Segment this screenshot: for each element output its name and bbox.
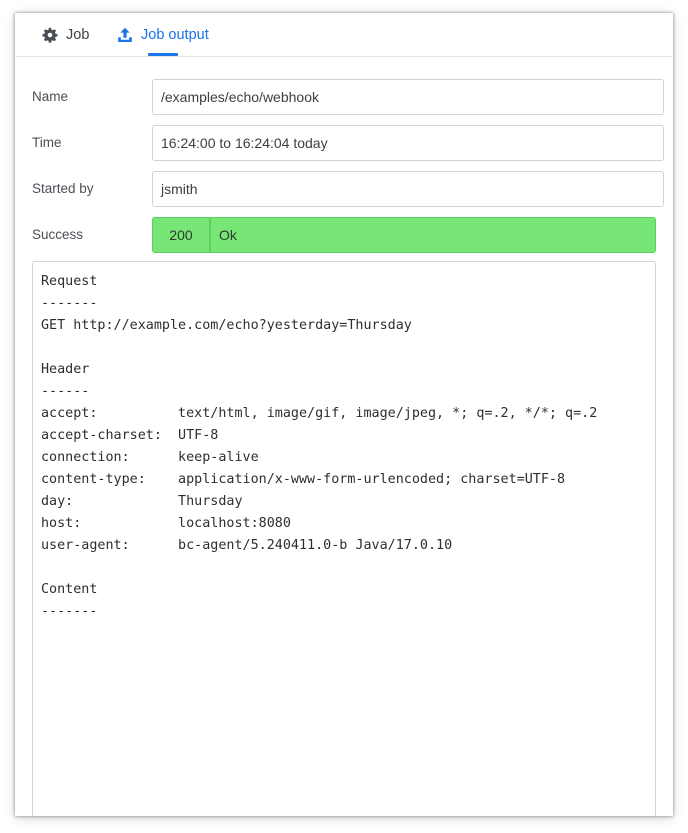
status-code-badge: 200 [152,217,210,253]
time-label: Time [32,135,62,150]
tab-bar: Job Job output [15,13,673,57]
name-row: Name /examples/echo/webhook [15,79,673,115]
status-text-badge: Ok [210,217,656,253]
started-by-label: Started by [32,181,94,196]
tab-job[interactable]: Job [42,13,89,56]
time-row: Time 16:24:00 to 16:24:04 today [15,125,673,161]
name-field[interactable]: /examples/echo/webhook [152,79,664,115]
job-output-panel: Job Job output Name /examples/echo/webho… [15,13,673,816]
started-by-row: Started by jsmith [15,171,673,207]
output-text: Request ------- GET http://example.com/e… [41,274,598,619]
tab-job-output[interactable]: Job output [117,13,209,56]
output-text-area[interactable]: Request ------- GET http://example.com/e… [32,261,656,816]
success-label: Success [32,227,84,242]
gear-icon [42,27,58,43]
tab-job-output-label: Job output [141,26,209,43]
upload-icon [117,27,133,43]
started-by-field[interactable]: jsmith [152,171,664,207]
name-label: Name [32,89,69,104]
success-row: Success 200 Ok [15,217,673,253]
time-field[interactable]: 16:24:00 to 16:24:04 today [152,125,664,161]
tab-job-label: Job [66,26,90,43]
active-tab-indicator [148,53,178,56]
